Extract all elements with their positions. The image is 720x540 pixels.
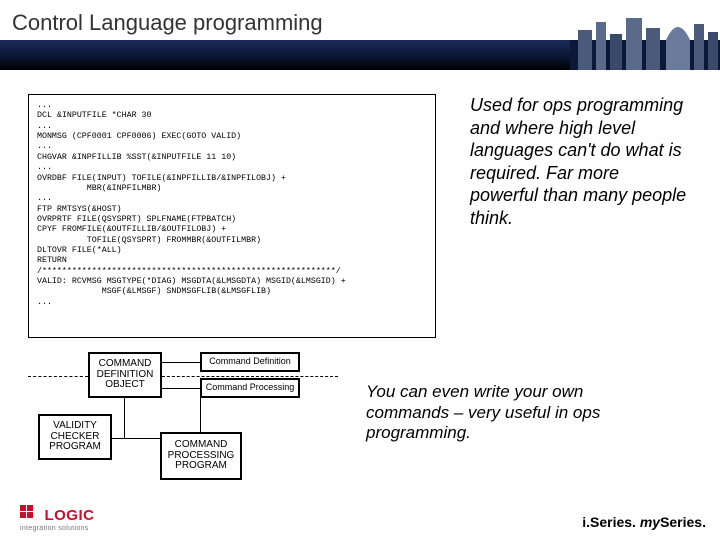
diagram-connector [200,398,201,432]
title-bar: Control Language programming [0,6,720,62]
logo-mark-icon [20,505,40,526]
diagram-connector [162,362,200,363]
diagram-box-vcp: VALIDITY CHECKER PROGRAM [38,414,112,460]
title-banner [0,40,720,70]
footer-logo-text: LOGIC [44,507,94,524]
slide-root: Control Language programming ... DCL &IN… [0,0,720,540]
page-title: Control Language programming [12,10,323,36]
skyline-graphic [570,12,720,70]
brand-my: my [640,514,660,530]
brand-series-2: Series. [660,514,706,530]
diagram-connector [112,438,160,439]
diagram-box-cp: Command Processing [200,378,300,398]
diagram-box-cd: Command Definition [200,352,300,372]
diagram-box-cdo: COMMAND DEFINITION OBJECT [88,352,162,398]
footer-logo-left: LOGIC integration solutions [20,505,94,532]
brand-series-1: Series. [590,514,636,530]
footer: LOGIC integration solutions i.Series. my… [0,496,720,540]
footer-logo-subtext: integration solutions [20,525,94,532]
code-listing: ... DCL &INPUTFILE *CHAR 30 ... MONMSG (… [28,94,436,338]
diagram-connector [28,376,88,377]
footer-brand-right: i.Series. mySeries. [582,514,706,530]
side-note-2: You can even write your own commands – v… [366,382,616,444]
side-note-1: Used for ops programming and where high … [470,94,690,229]
diagram-connector [162,376,338,377]
skyline-icon [570,12,720,70]
diagram-box-cpp: COMMAND PROCESSING PROGRAM [160,432,242,480]
diagram-connector [162,388,200,389]
diagram-connector [124,398,125,438]
brand-i: i. [582,514,590,530]
command-diagram: COMMAND DEFINITION OBJECT Command Defini… [28,352,338,482]
